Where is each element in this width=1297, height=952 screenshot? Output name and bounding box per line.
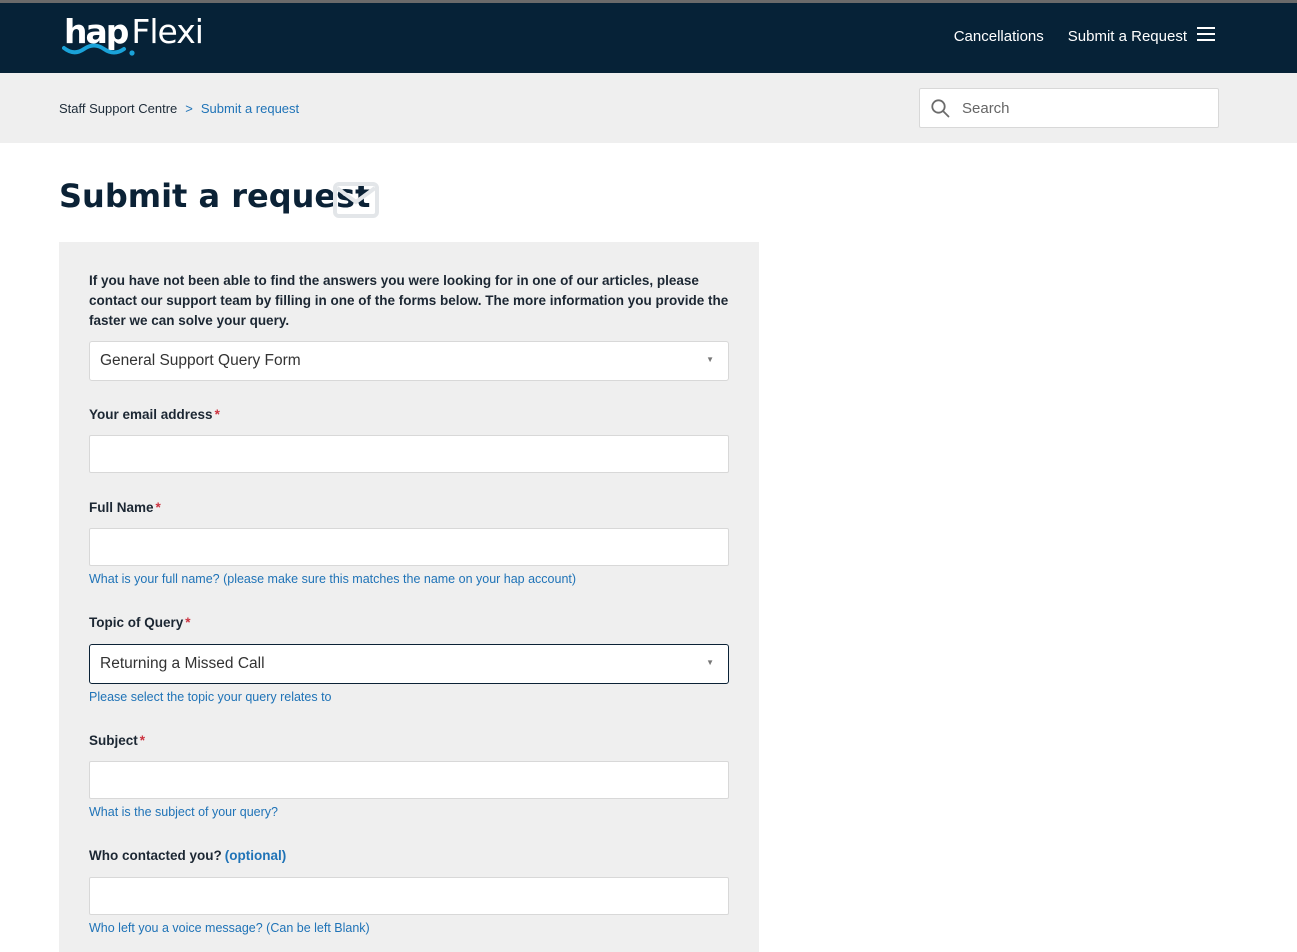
envelope-icon (333, 182, 379, 223)
hapflexi-logo[interactable]: hap Flexi (62, 12, 204, 63)
form-intro-text: If you have not been able to find the an… (89, 273, 729, 328)
request-form-panel: If you have not been able to find the an… (59, 242, 759, 952)
contact-hint: Who left you a voice message? (Can be le… (89, 921, 370, 935)
nav-cancellations[interactable]: Cancellations (954, 28, 1044, 45)
search-icon (931, 98, 950, 118)
search-box[interactable] (919, 88, 1219, 128)
required-asterisk: * (185, 615, 191, 630)
form-type-select[interactable]: General Support Query Form ▼ (89, 341, 729, 381)
main-nav: Cancellations Submit a Request (954, 27, 1215, 46)
subject-hint: What is the subject of your query? (89, 805, 278, 819)
form-type-select-value: General Support Query Form (100, 352, 301, 369)
required-asterisk: * (155, 500, 161, 515)
contact-label-text: Who contacted you? (89, 848, 222, 863)
full-name-label: Full Name * (89, 500, 161, 515)
contact-label: Who contacted you? (optional) (89, 848, 286, 863)
page-title-wrap: Submit a request (59, 176, 379, 218)
subject-label-text: Subject (89, 733, 138, 748)
breadcrumb-bar: Staff Support Centre > Submit a request (0, 73, 1297, 143)
breadcrumb-home-link[interactable]: Staff Support Centre (59, 101, 177, 116)
breadcrumb-separator: > (185, 101, 193, 116)
email-label-text: Your email address (89, 407, 213, 422)
full-name-label-text: Full Name (89, 500, 154, 515)
logo-wave-icon (62, 43, 135, 56)
logo-flexi-text: Flexi (131, 12, 204, 51)
hamburger-menu-icon[interactable] (1197, 27, 1215, 46)
dropdown-caret-icon: ▼ (706, 355, 714, 364)
required-asterisk: * (139, 733, 146, 748)
optional-tag: (optional) (224, 848, 287, 863)
full-name-hint: What is your full name? (please make sur… (89, 572, 577, 586)
breadcrumb-current-link[interactable]: Submit a request (201, 101, 299, 116)
nav-submit-request[interactable]: Submit a Request (1068, 28, 1187, 45)
topic-hint: Please select the topic your query relat… (89, 690, 332, 704)
search-input[interactable] (960, 98, 1200, 118)
topic-label-text: Topic of Query (89, 615, 184, 630)
subject-field[interactable] (89, 761, 729, 799)
email-field[interactable] (89, 435, 729, 473)
breadcrumb: Staff Support Centre > Submit a request (59, 101, 299, 116)
required-asterisk: * (214, 407, 220, 422)
dropdown-caret-icon: ▼ (706, 658, 714, 667)
email-label: Your email address * (89, 407, 220, 422)
full-name-field[interactable] (89, 528, 729, 566)
topic-select[interactable]: Returning a Missed Call ▼ (89, 644, 729, 684)
topic-select-value: Returning a Missed Call (100, 655, 265, 672)
subject-label: Subject * (89, 733, 145, 748)
logo-hap-text: hap (62, 13, 135, 56)
contact-field[interactable] (89, 877, 729, 915)
site-header: hap Flexi Cancellations Submit a Request (0, 3, 1297, 73)
topic-label: Topic of Query * (89, 615, 191, 630)
page-title: Submit a request (59, 177, 371, 215)
